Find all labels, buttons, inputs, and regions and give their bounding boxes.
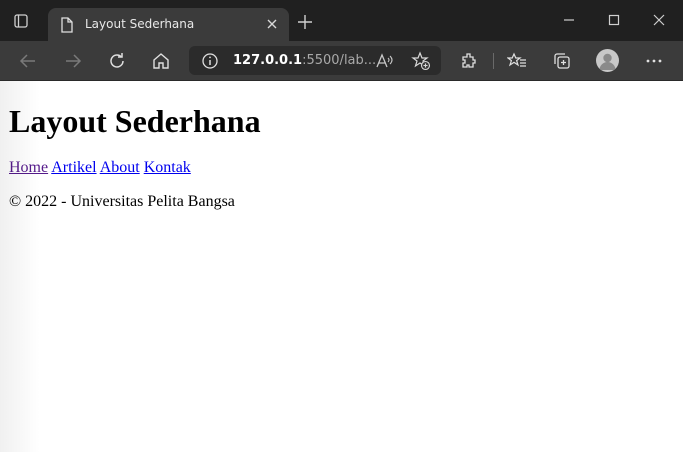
minimize-icon[interactable] xyxy=(562,13,576,27)
close-window-icon[interactable] xyxy=(652,13,666,27)
page-icon xyxy=(61,17,73,33)
favorites-icon[interactable] xyxy=(507,51,527,71)
nav-link-about[interactable]: About xyxy=(100,159,140,176)
address-url[interactable]: 127.0.0.1:5500/lab... xyxy=(233,53,376,68)
site-info-icon[interactable] xyxy=(201,52,219,70)
address-bar[interactable]: 127.0.0.1:5500/lab... xyxy=(189,46,441,75)
nav-link-artikel[interactable]: Artikel xyxy=(51,159,96,176)
browser-titlebar: Layout Sederhana xyxy=(0,0,683,41)
profile-avatar-icon[interactable] xyxy=(596,49,619,72)
back-icon[interactable] xyxy=(18,51,38,71)
new-tab-icon[interactable] xyxy=(297,14,313,30)
read-aloud-icon[interactable] xyxy=(375,51,395,71)
extensions-icon[interactable] xyxy=(459,51,479,71)
browser-toolbar: 127.0.0.1:5500/lab... xyxy=(0,41,683,81)
page-title: Layout Sederhana xyxy=(9,103,261,139)
footer-text: © 2022 - Universitas Pelita Bangsa xyxy=(9,193,235,210)
forward-icon[interactable] xyxy=(63,51,83,71)
close-tab-icon[interactable] xyxy=(266,18,278,30)
page-content: Layout Sederhana Home Artikel About Kont… xyxy=(0,81,683,452)
maximize-icon[interactable] xyxy=(607,13,621,27)
home-icon[interactable] xyxy=(151,51,171,71)
add-favorite-icon[interactable] xyxy=(411,51,431,71)
nav-link-kontak[interactable]: Kontak xyxy=(144,159,191,176)
tab-actions-icon[interactable] xyxy=(11,11,31,31)
toolbar-separator xyxy=(493,53,494,69)
more-options-icon[interactable] xyxy=(644,51,664,71)
window-edge-shadow xyxy=(0,81,40,452)
tab-title: Layout Sederhana xyxy=(85,17,195,31)
browser-tab[interactable]: Layout Sederhana xyxy=(48,8,289,41)
refresh-icon[interactable] xyxy=(107,51,127,71)
collections-icon[interactable] xyxy=(552,51,572,71)
